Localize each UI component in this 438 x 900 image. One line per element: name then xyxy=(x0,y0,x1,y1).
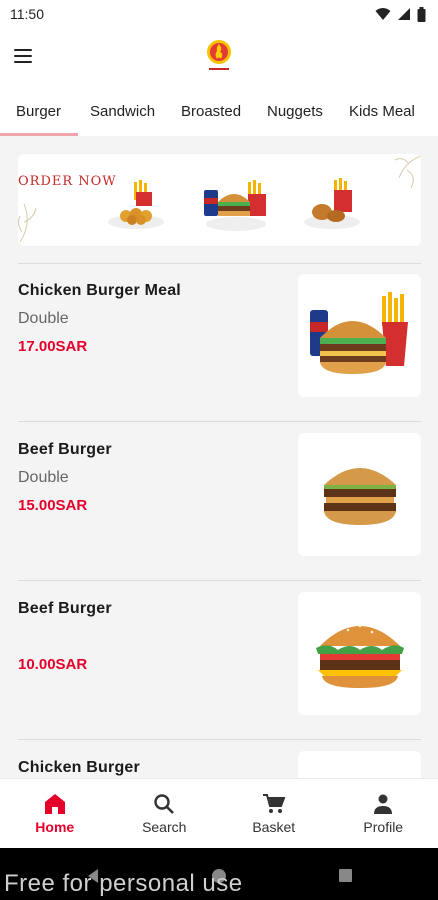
status-time: 11:50 xyxy=(10,6,44,22)
banner-text: ORDER NOW xyxy=(18,174,117,189)
menu-button[interactable] xyxy=(14,44,38,68)
nav-label: Basket xyxy=(252,818,296,835)
category-tabs: Burger Sandwich Broasted Nuggets Kids Me… xyxy=(0,86,438,136)
menu-item[interactable]: Beef Burger 10.00SAR xyxy=(0,592,438,740)
nav-profile[interactable]: Profile xyxy=(329,779,438,848)
menu-icon-line xyxy=(14,49,32,51)
banner-leaf-icon xyxy=(394,155,421,189)
tab-sandwich[interactable]: Sandwich xyxy=(90,103,155,120)
item-price: 10.00SAR xyxy=(18,656,88,673)
signal-icon xyxy=(398,8,410,20)
menu-item[interactable]: Chicken Burger xyxy=(0,751,438,778)
divider xyxy=(18,580,421,581)
person-icon xyxy=(374,794,393,814)
nuggets-image xyxy=(108,180,164,229)
item-name: Chicken Burger Meal xyxy=(18,282,181,299)
search-icon xyxy=(154,793,175,814)
recents-icon[interactable] xyxy=(338,868,353,883)
item-image xyxy=(298,433,421,556)
app-bar xyxy=(0,28,438,86)
item-name: Beef Burger xyxy=(18,441,112,458)
item-image xyxy=(298,274,421,397)
brand-logo xyxy=(207,40,231,70)
bottom-navigation: Home Search Basket Profile xyxy=(0,778,438,848)
nav-home[interactable]: Home xyxy=(0,779,110,848)
chicken-meal-image xyxy=(304,178,360,229)
beef-burger-icon xyxy=(316,624,404,688)
status-bar: 11:50 xyxy=(0,0,438,28)
tab-burger[interactable]: Burger xyxy=(16,103,61,120)
watermark-text: Free for personal use xyxy=(4,870,243,897)
item-price: 15.00SAR xyxy=(18,497,88,514)
item-description: Double xyxy=(18,310,69,327)
item-name: Chicken Burger xyxy=(18,759,140,776)
nav-label: Home xyxy=(35,818,75,835)
menu-content[interactable]: ORDER NOW Chicken Burger Meal Double 17.… xyxy=(0,136,438,778)
promo-banner[interactable]: ORDER NOW xyxy=(18,154,421,246)
beef-burger-icon xyxy=(324,468,396,525)
item-image xyxy=(298,751,421,778)
status-icons xyxy=(375,6,426,22)
divider xyxy=(18,421,421,422)
menu-item[interactable]: Chicken Burger Meal Double 17.00SAR xyxy=(0,274,438,422)
menu-item[interactable]: Beef Burger Double 15.00SAR xyxy=(0,433,438,581)
item-description: Double xyxy=(18,469,69,486)
divider xyxy=(18,739,421,740)
item-price: 17.00SAR xyxy=(18,338,88,355)
tab-broasted[interactable]: Broasted xyxy=(181,103,241,120)
wifi-icon xyxy=(375,8,391,20)
burger-meal-icon xyxy=(310,292,408,374)
burger-meal-image xyxy=(204,180,266,231)
nav-label: Search xyxy=(142,818,187,835)
item-image xyxy=(298,592,421,715)
item-name: Beef Burger xyxy=(18,600,112,617)
menu-icon-line xyxy=(14,61,32,63)
nav-basket[interactable]: Basket xyxy=(219,779,329,848)
home-icon xyxy=(44,793,65,814)
battery-icon xyxy=(417,6,426,22)
cart-icon xyxy=(262,793,286,813)
nav-search[interactable]: Search xyxy=(110,779,220,848)
divider xyxy=(18,263,421,264)
tab-nuggets[interactable]: Nuggets xyxy=(267,103,323,120)
tab-kids-meal[interactable]: Kids Meal xyxy=(349,103,415,120)
nav-label: Profile xyxy=(363,818,404,835)
banner-leaf-icon xyxy=(18,203,37,243)
menu-icon-line xyxy=(14,55,32,57)
